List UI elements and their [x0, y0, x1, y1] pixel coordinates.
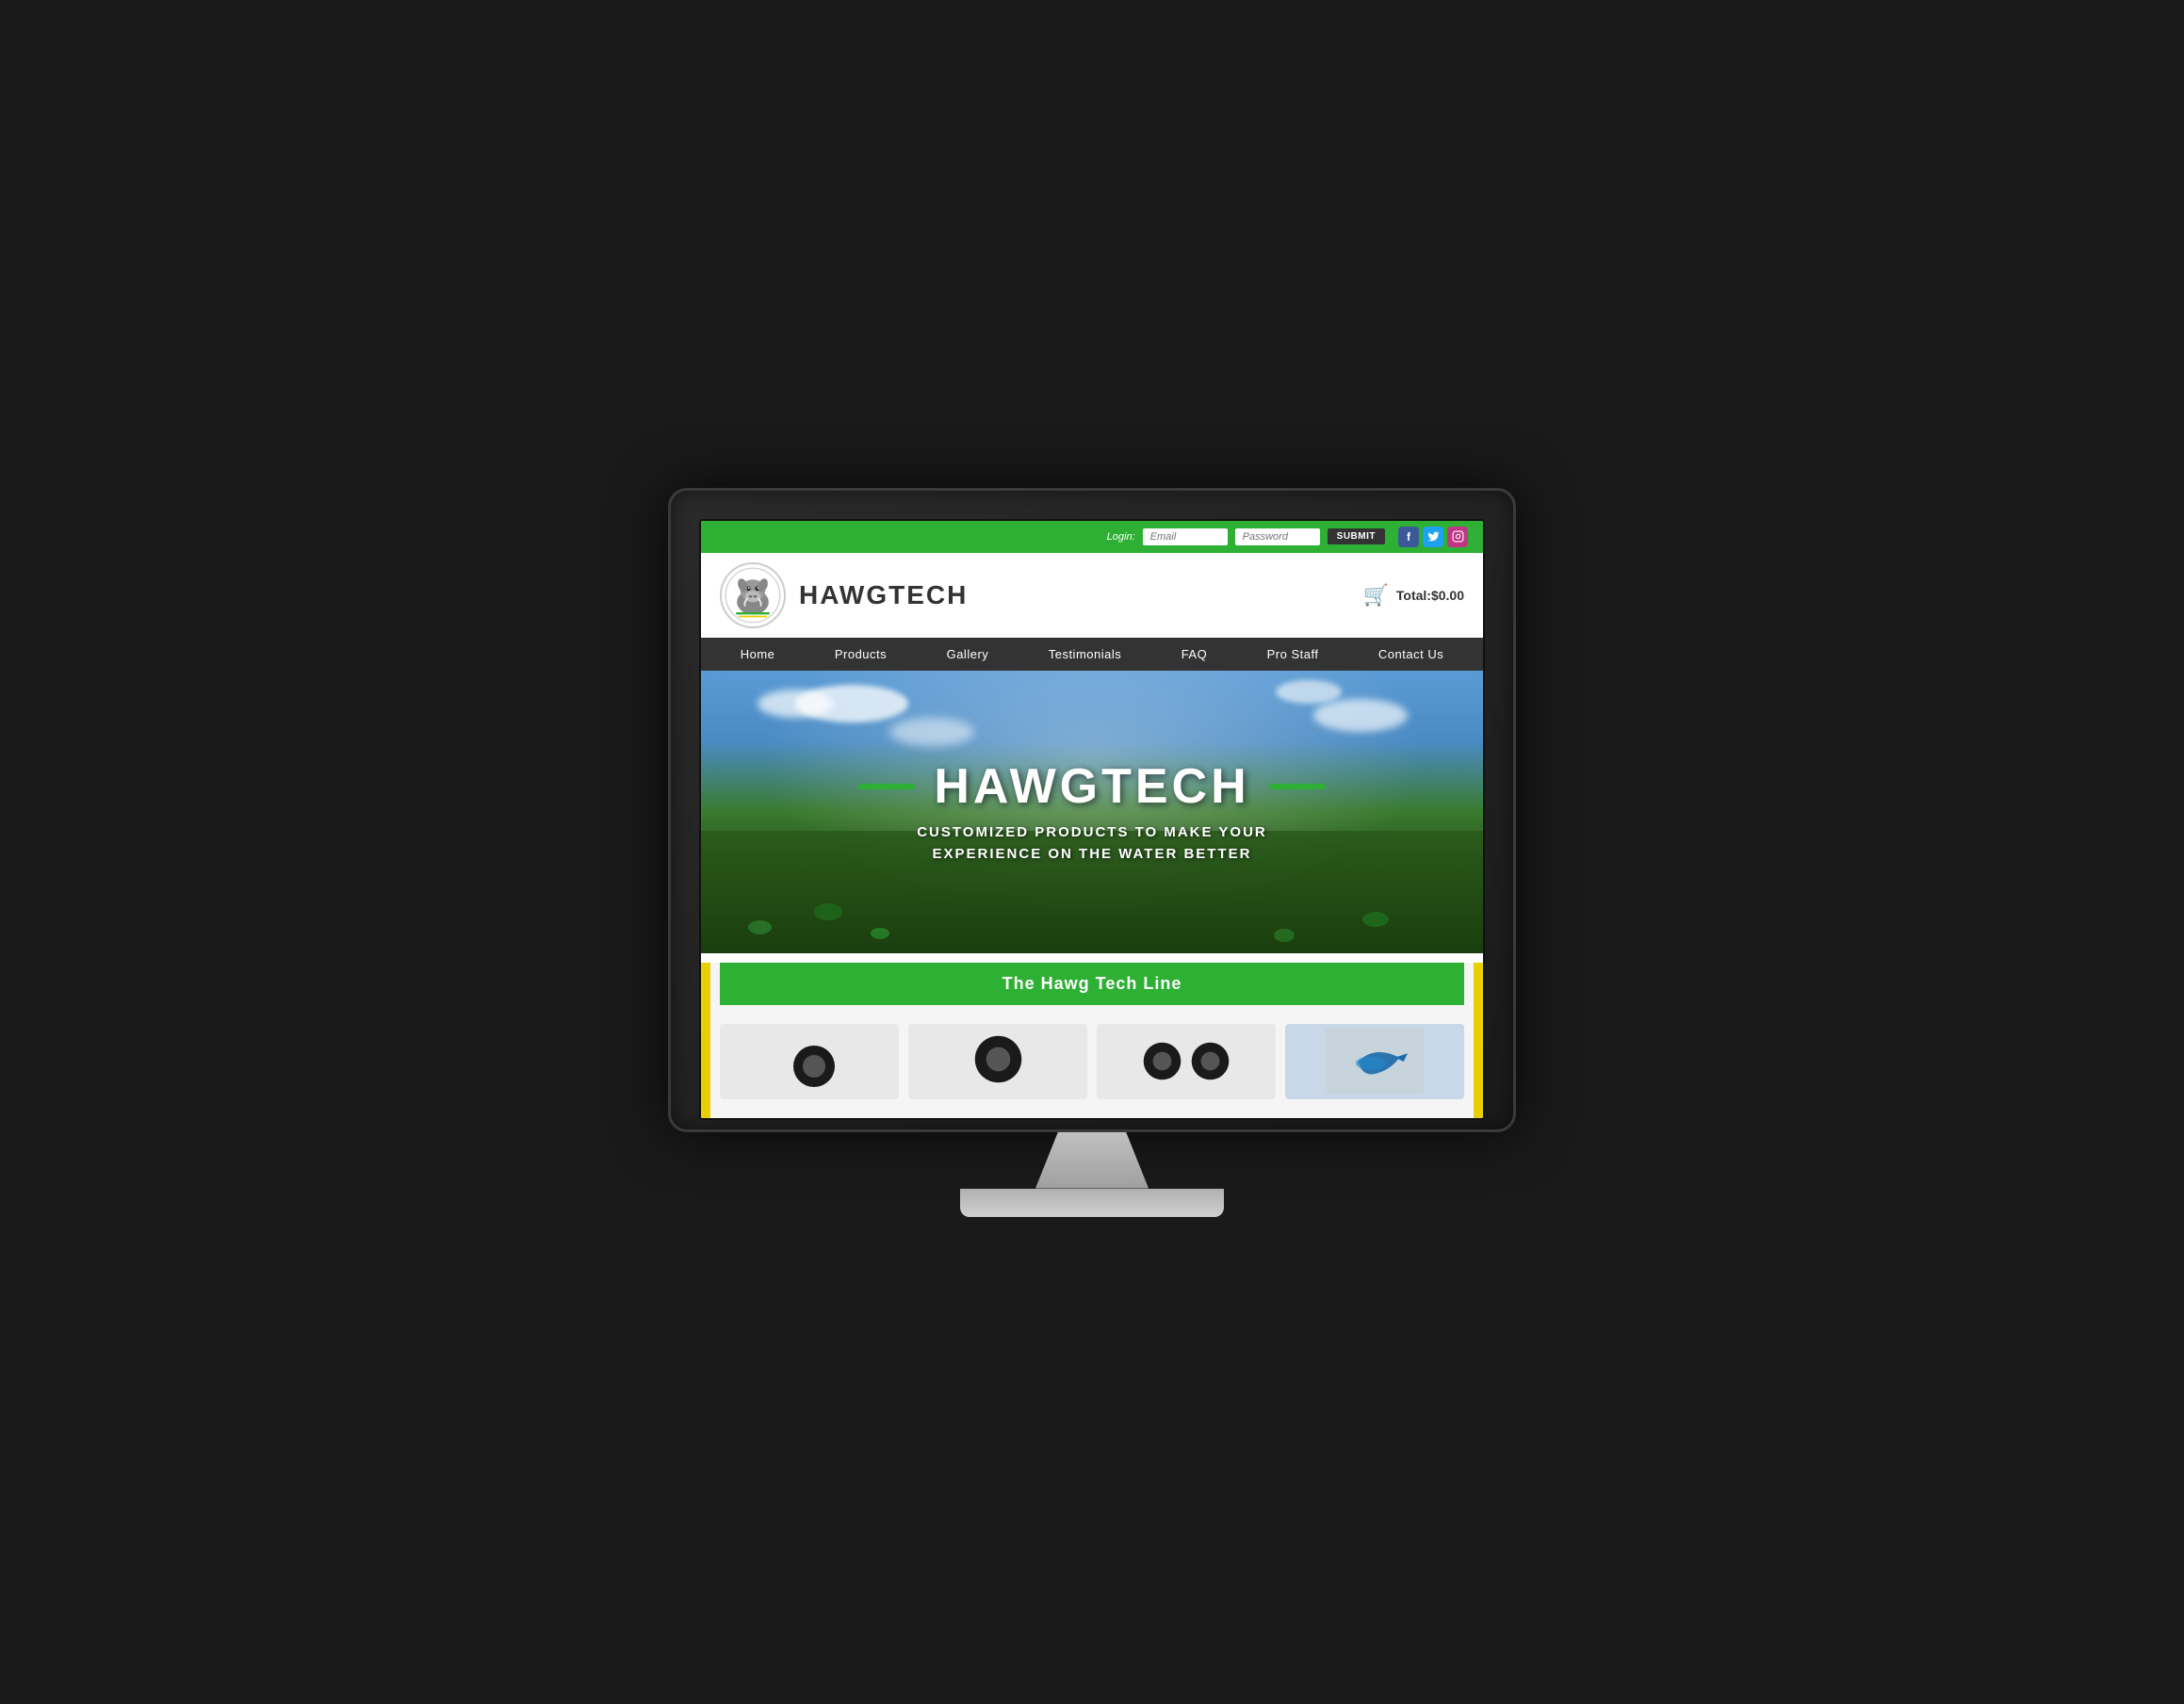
hero-subtitle-line1: CUSTOMIZED PRODUCTS TO MAKE YOUR [858, 822, 1325, 844]
product-items-row [710, 1014, 1474, 1118]
hero-content: HAWGTECH CUSTOMIZED PRODUCTS TO MAKE YOU… [839, 739, 1344, 884]
monitor-bezel: Login: Submit f [668, 488, 1516, 1132]
nav-pro-staff[interactable]: Pro Staff [1260, 645, 1327, 663]
hero-title-row: HAWGTECH [858, 758, 1325, 815]
lily-pad-2 [814, 903, 842, 920]
hero-section: HAWGTECH CUSTOMIZED PRODUCTS TO MAKE YOU… [701, 671, 1483, 953]
twitter-icon[interactable] [1423, 527, 1443, 547]
monitor-neck [1035, 1132, 1149, 1189]
lily-pad-1 [748, 920, 772, 934]
ring-shape-small [790, 1043, 828, 1080]
cloud-4 [1276, 680, 1342, 704]
hero-title: HAWGTECH [934, 758, 1249, 815]
nav-products[interactable]: Products [827, 645, 894, 663]
email-input[interactable] [1143, 528, 1228, 545]
hero-accent-right [1269, 784, 1326, 789]
nav-home[interactable]: Home [733, 645, 783, 663]
hero-subtitle-line2: EXPERIENCE ON THE WATER BETTER [858, 844, 1325, 866]
blue-product-svg [1323, 1029, 1426, 1095]
brand-name: HAWGTECH [799, 580, 968, 610]
nav-contact-us[interactable]: Contact Us [1371, 645, 1451, 663]
instagram-icon[interactable] [1447, 527, 1468, 547]
product-header-text: The Hawg Tech Line [1002, 974, 1182, 993]
nav-faq[interactable]: FAQ [1174, 645, 1215, 663]
logo-circle [720, 562, 786, 628]
cart-area[interactable]: 🛒 Total:$0.00 [1362, 583, 1464, 608]
product-item-4[interactable] [1285, 1024, 1464, 1099]
nav-bar: Home Products Gallery Testimonials FAQ P… [701, 638, 1483, 671]
nav-testimonials[interactable]: Testimonials [1041, 645, 1130, 663]
facebook-icon[interactable]: f [1398, 527, 1419, 547]
monitor-wrapper: Login: Submit f [668, 488, 1516, 1217]
brand-left: HAWGTECH [720, 562, 968, 628]
lily-pad-5 [1274, 929, 1295, 942]
cart-total: Total:$0.00 [1396, 588, 1464, 603]
product-item-2[interactable] [908, 1024, 1087, 1099]
product-header: The Hawg Tech Line [720, 963, 1464, 1005]
logo-svg [725, 567, 781, 624]
password-input[interactable] [1235, 528, 1320, 545]
cloud-2 [795, 685, 908, 722]
product-item-1[interactable] [720, 1024, 899, 1099]
lily-pad-4 [1362, 912, 1389, 927]
hero-accent-left [858, 784, 915, 789]
product-item-3[interactable] [1097, 1024, 1276, 1099]
brand-bar: HAWGTECH 🛒 Total:$0.00 [701, 553, 1483, 638]
monitor-base [960, 1189, 1224, 1217]
ring-shape-medium [972, 1033, 1024, 1090]
product-section: The Hawg Tech Line [701, 963, 1483, 1118]
submit-button[interactable]: Submit [1328, 528, 1385, 544]
lily-pad-3 [871, 928, 889, 939]
cloud-3 [1313, 699, 1408, 732]
nav-gallery[interactable]: Gallery [939, 645, 997, 663]
cart-icon: 🛒 [1362, 583, 1388, 608]
screen: Login: Submit f [699, 519, 1485, 1120]
login-label: Login: [1107, 531, 1135, 543]
social-icons: f [1398, 527, 1468, 547]
top-bar: Login: Submit f [701, 521, 1483, 553]
